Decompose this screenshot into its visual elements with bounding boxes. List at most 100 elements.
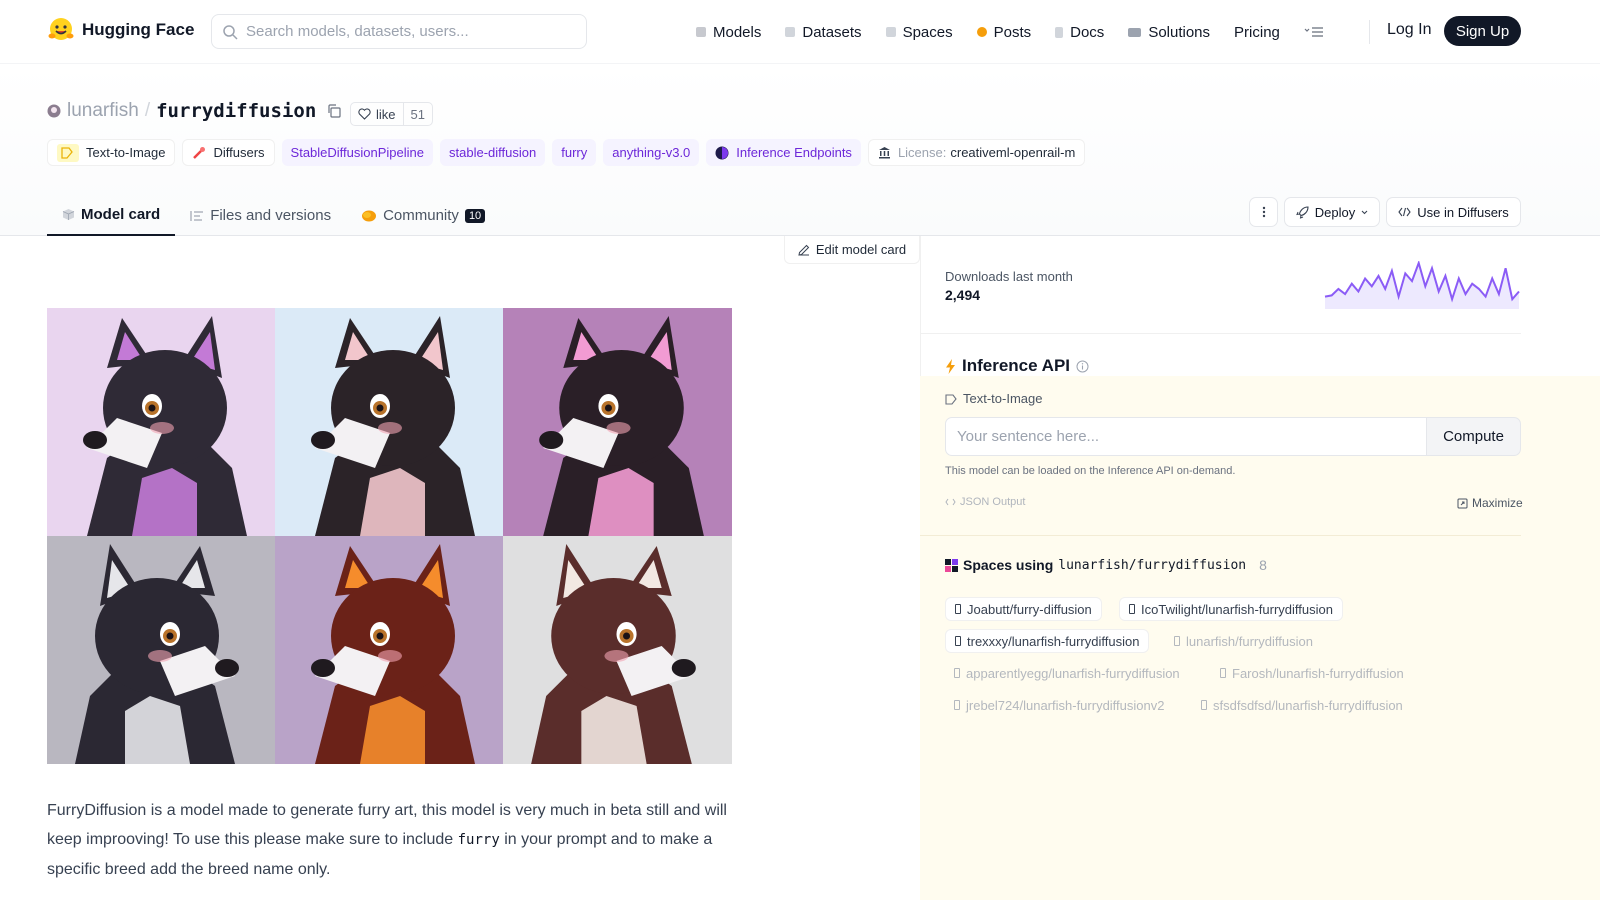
tab-community[interactable]: Community 10: [346, 195, 500, 236]
rocket-icon: [1295, 205, 1309, 219]
tag-label: Inference Endpoints: [736, 145, 852, 160]
nav-item-label: Posts: [993, 23, 1032, 41]
sample-image: [275, 536, 503, 764]
nav-divider: [1369, 20, 1370, 44]
nav-item-spaces[interactable]: Spaces: [885, 24, 953, 41]
inference-task: Text-to-Image: [945, 391, 1042, 406]
repo-owner-link[interactable]: lunarfish: [67, 100, 139, 122]
top-navigation: Hugging Face Models Datasets Spaces Post…: [0, 0, 1600, 64]
tag-text-to-image[interactable]: Text-to-Image: [47, 139, 176, 166]
text-to-image-icon: [57, 143, 79, 162]
license-icon: [878, 147, 890, 159]
heart-icon: [358, 108, 371, 120]
nav-item-pricing[interactable]: Pricing: [1234, 24, 1280, 41]
inference-task-label: Text-to-Image: [963, 391, 1043, 406]
space-icon: [1174, 636, 1180, 646]
space-link[interactable]: IcoTwilight/lunarfish-furrydiffusion: [1119, 597, 1343, 621]
login-link[interactable]: Log In: [1387, 21, 1431, 39]
sample-image: [503, 536, 732, 764]
copy-icon[interactable]: [326, 103, 342, 119]
tab-model-card[interactable]: Model card: [47, 195, 176, 236]
section-divider: [920, 333, 1521, 334]
search-icon: [223, 24, 238, 40]
nav-item-label: Pricing: [1234, 23, 1280, 41]
tab-label: Community: [383, 207, 459, 224]
space-icon: [954, 668, 960, 678]
tab-files-and-versions[interactable]: Files and versions: [175, 195, 346, 236]
tag-label: anything-v3.0: [612, 145, 691, 160]
space-link[interactable]: jrebel724/lunarfish-furrydiffusionv2: [945, 693, 1173, 717]
tag-license[interactable]: License: creativeml-openrail-m: [867, 139, 1086, 166]
nav-item-label: Datasets: [802, 23, 862, 41]
space-label: lunarfish/furrydiffusion: [1186, 633, 1313, 649]
space-label: Joabutt/furry-diffusion: [967, 601, 1092, 617]
use-in-diffusers-button[interactable]: Use in Diffusers: [1386, 197, 1521, 227]
files-icon: [190, 210, 204, 221]
space-link[interactable]: sfsdfsdfsd/lunarfish-furrydiffusion: [1192, 693, 1412, 717]
diffusers-icon: [193, 146, 206, 159]
brand-name: Hugging Face: [82, 20, 195, 39]
spaces-count: 8: [1259, 557, 1267, 573]
inference-prompt-input[interactable]: Your sentence here...: [945, 417, 1427, 456]
info-icon[interactable]: [1076, 360, 1089, 373]
solutions-icon: [1128, 27, 1142, 37]
tag-diffusers[interactable]: Diffusers: [182, 139, 275, 166]
search-box[interactable]: [211, 14, 587, 49]
tag-anything-v3[interactable]: anything-v3.0: [603, 139, 700, 166]
json-output-toggle[interactable]: JSON Output: [945, 496, 1025, 508]
space-link[interactable]: lunarfish/furrydiffusion: [1165, 629, 1322, 653]
sample-image: [275, 308, 503, 536]
space-link[interactable]: Farosh/lunarfish-furrydiffusion: [1211, 661, 1413, 685]
space-label: trexxxy/lunarfish-furrydiffusion: [967, 633, 1140, 649]
model-tabs: Model card Files and versions Community …: [47, 195, 500, 236]
sample-image-gallery: [47, 308, 732, 764]
model-card-icon: [62, 209, 75, 220]
like-label-wrap[interactable]: like: [351, 103, 404, 125]
tab-label: Model card: [81, 206, 161, 223]
repo-name-link[interactable]: furrydiffusion: [156, 100, 316, 122]
space-link[interactable]: Joabutt/furry-diffusion: [945, 597, 1102, 621]
more-menu-icon[interactable]: [1304, 25, 1324, 39]
datasets-icon: [785, 27, 796, 37]
tag-inference-endpoints[interactable]: Inference Endpoints: [706, 139, 861, 166]
deploy-button[interactable]: Deploy: [1284, 197, 1380, 227]
nav-item-datasets[interactable]: Datasets: [785, 23, 862, 41]
space-icon: [1201, 700, 1207, 710]
owner-avatar[interactable]: [47, 104, 61, 118]
nav-item-posts[interactable]: Posts: [976, 23, 1032, 41]
tag-label: Text-to-Image: [86, 145, 166, 160]
nav-item-docs[interactable]: Docs: [1055, 24, 1104, 41]
downloads-sparkline: [1324, 261, 1520, 309]
like-label: like: [376, 106, 396, 122]
chevron-down-icon: [1361, 210, 1368, 214]
tag-label: Diffusers: [213, 145, 265, 160]
edit-card-label: Edit model card: [815, 242, 907, 257]
like-count[interactable]: 51: [404, 107, 432, 122]
compute-button[interactable]: Compute: [1426, 417, 1521, 456]
pencil-icon: [798, 244, 810, 256]
more-options-button[interactable]: [1249, 197, 1278, 227]
tag-stable-diffusion[interactable]: stable-diffusion: [440, 139, 546, 166]
brand-logo-link[interactable]: Hugging Face: [47, 16, 194, 44]
maximize-button[interactable]: Maximize: [1457, 496, 1523, 510]
spaces-using-label: Spaces using: [963, 557, 1054, 573]
posts-icon: [976, 27, 987, 37]
edit-model-card-button[interactable]: Edit model card: [784, 236, 920, 264]
signup-button[interactable]: Sign Up: [1444, 16, 1521, 46]
tag-label: furry: [561, 145, 588, 160]
model-header: lunarfish / furrydiffusion like 51 Text-…: [0, 64, 1600, 236]
space-link[interactable]: apparentlyegg/lunarfish-furrydiffusion: [945, 661, 1189, 685]
space-link[interactable]: trexxxy/lunarfish-furrydiffusion: [945, 629, 1150, 653]
nav-item-models[interactable]: Models: [696, 24, 761, 41]
space-label: apparentlyegg/lunarfish-furrydiffusion: [966, 665, 1180, 681]
model-tags: Text-to-Image Diffusers StableDiffusionP…: [47, 139, 1086, 166]
spaces-using-heading: Spaces using lunarfish/furrydiffusion 8: [945, 557, 1267, 573]
maximize-icon: [1457, 498, 1468, 508]
community-icon: [362, 210, 377, 221]
search-input[interactable]: [246, 23, 566, 40]
tag-furry[interactable]: furry: [552, 139, 597, 166]
like-button[interactable]: like 51: [350, 102, 433, 126]
nav-item-solutions[interactable]: Solutions: [1128, 24, 1210, 41]
json-output-label: JSON Output: [960, 496, 1026, 508]
tag-stable-diffusion-pipeline[interactable]: StableDiffusionPipeline: [281, 139, 434, 166]
